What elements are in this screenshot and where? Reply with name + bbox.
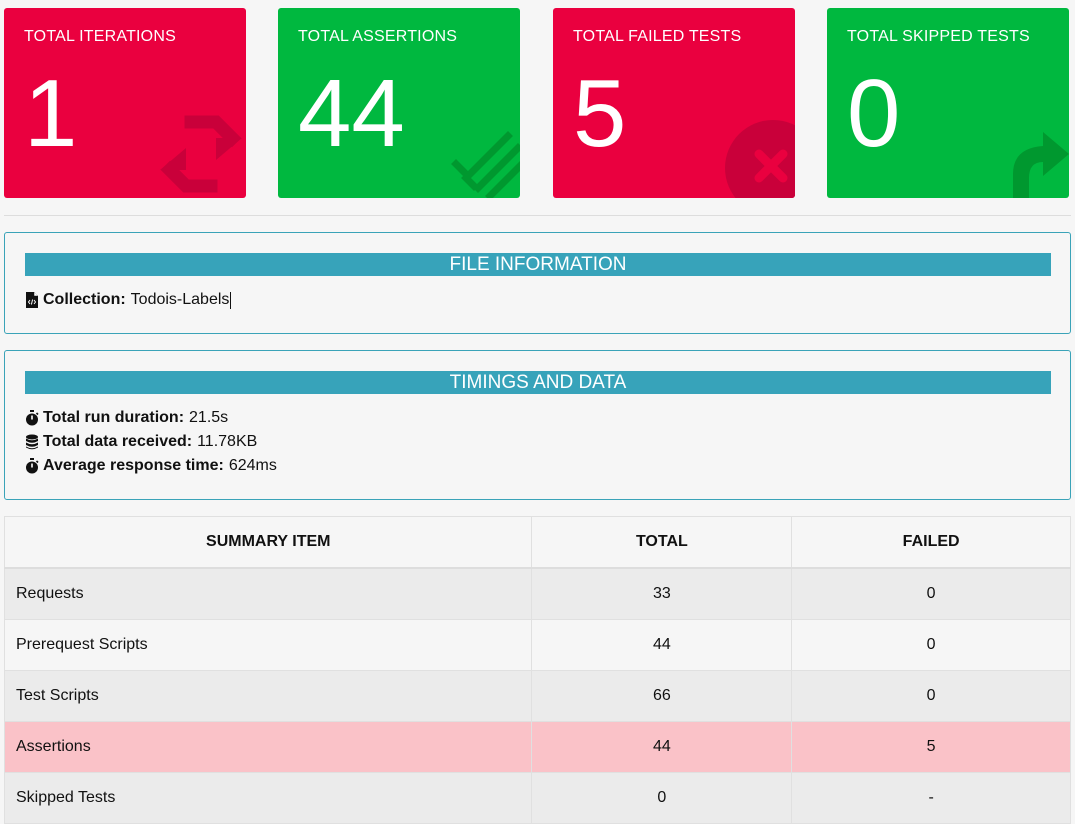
data-received-label: Total data received: <box>43 433 193 450</box>
collection-label: Collection: <box>43 291 126 308</box>
card-total-assertions: TOTAL ASSERTIONS 44 <box>278 8 520 198</box>
header-total: TOTAL <box>531 516 793 569</box>
file-information-header: FILE INFORMATION <box>25 253 1051 276</box>
stopwatch-icon <box>26 410 39 426</box>
row-failed: - <box>791 772 1071 824</box>
divider <box>4 215 1071 216</box>
refresh-icon <box>160 115 242 193</box>
summary-table: SUMMARY ITEM TOTAL FAILED Requests 33 0 … <box>3 516 1071 824</box>
row-item: Assertions <box>3 721 533 773</box>
avg-response-line: Average response time: 624ms <box>25 457 277 475</box>
table-row: Test Scripts 66 0 <box>3 670 1071 722</box>
card-value: 1 <box>24 60 78 167</box>
table-header-row: SUMMARY ITEM TOTAL FAILED <box>3 516 1071 569</box>
collection-value: Todois-Labels <box>130 291 230 308</box>
row-failed: 0 <box>791 567 1071 620</box>
stopwatch-icon <box>26 458 39 474</box>
row-total: 0 <box>531 772 793 824</box>
card-title: TOTAL SKIPPED TESTS <box>847 28 1030 45</box>
row-total: 33 <box>531 567 793 620</box>
data-received-value: 11.78KB <box>197 433 258 450</box>
card-total-failed-tests: TOTAL FAILED TESTS 5 <box>553 8 795 198</box>
timings-panel: TIMINGS AND DATA Total run duration: 21.… <box>4 350 1071 500</box>
row-total: 66 <box>531 670 793 722</box>
collection-line: Collection: Todois-Labels <box>25 291 232 309</box>
row-item: Requests <box>3 567 533 620</box>
table-row-danger: Assertions 44 5 <box>3 721 1071 773</box>
avg-response-label: Average response time: <box>43 457 224 474</box>
file-information-panel: FILE INFORMATION Collection: Todois-Labe… <box>4 232 1071 334</box>
card-total-iterations: TOTAL ITERATIONS 1 <box>4 8 246 198</box>
card-title: TOTAL ASSERTIONS <box>298 28 458 45</box>
text-cursor <box>230 291 232 309</box>
card-value: 0 <box>847 60 901 167</box>
run-duration-line: Total run duration: 21.5s <box>25 409 228 427</box>
card-total-skipped-tests: TOTAL SKIPPED TESTS 0 <box>827 8 1069 198</box>
card-title: TOTAL FAILED TESTS <box>573 28 742 45</box>
file-code-icon <box>26 292 38 308</box>
avg-response-value: 624ms <box>228 457 277 474</box>
card-value: 5 <box>573 60 627 167</box>
row-total: 44 <box>531 721 793 773</box>
table-row: Prerequest Scripts 44 0 <box>3 619 1071 671</box>
run-duration-value: 21.5s <box>189 409 229 426</box>
card-value: 44 <box>298 60 405 167</box>
run-duration-label: Total run duration: <box>43 409 185 426</box>
row-failed: 5 <box>791 721 1071 773</box>
check-list-icon <box>451 131 520 198</box>
row-item: Test Scripts <box>3 670 533 722</box>
row-item: Skipped Tests <box>3 772 533 824</box>
table-row: Requests 33 0 <box>3 567 1071 620</box>
row-failed: 0 <box>791 619 1071 671</box>
card-title: TOTAL ITERATIONS <box>24 28 176 45</box>
times-circle-icon <box>725 120 795 198</box>
database-icon <box>26 434 38 450</box>
row-total: 44 <box>531 619 793 671</box>
row-item: Prerequest Scripts <box>3 619 533 671</box>
summary-cards: TOTAL ITERATIONS 1 TOTAL ASSERTIONS 44 T… <box>4 8 1071 198</box>
header-failed: FAILED <box>791 516 1071 569</box>
table-row: Skipped Tests 0 - <box>3 772 1071 824</box>
share-arrow-icon <box>1013 132 1069 198</box>
data-received-line: Total data received: 11.78KB <box>25 433 257 451</box>
header-summary-item: SUMMARY ITEM <box>3 516 533 569</box>
timings-header: TIMINGS AND DATA <box>25 371 1051 394</box>
row-failed: 0 <box>791 670 1071 722</box>
